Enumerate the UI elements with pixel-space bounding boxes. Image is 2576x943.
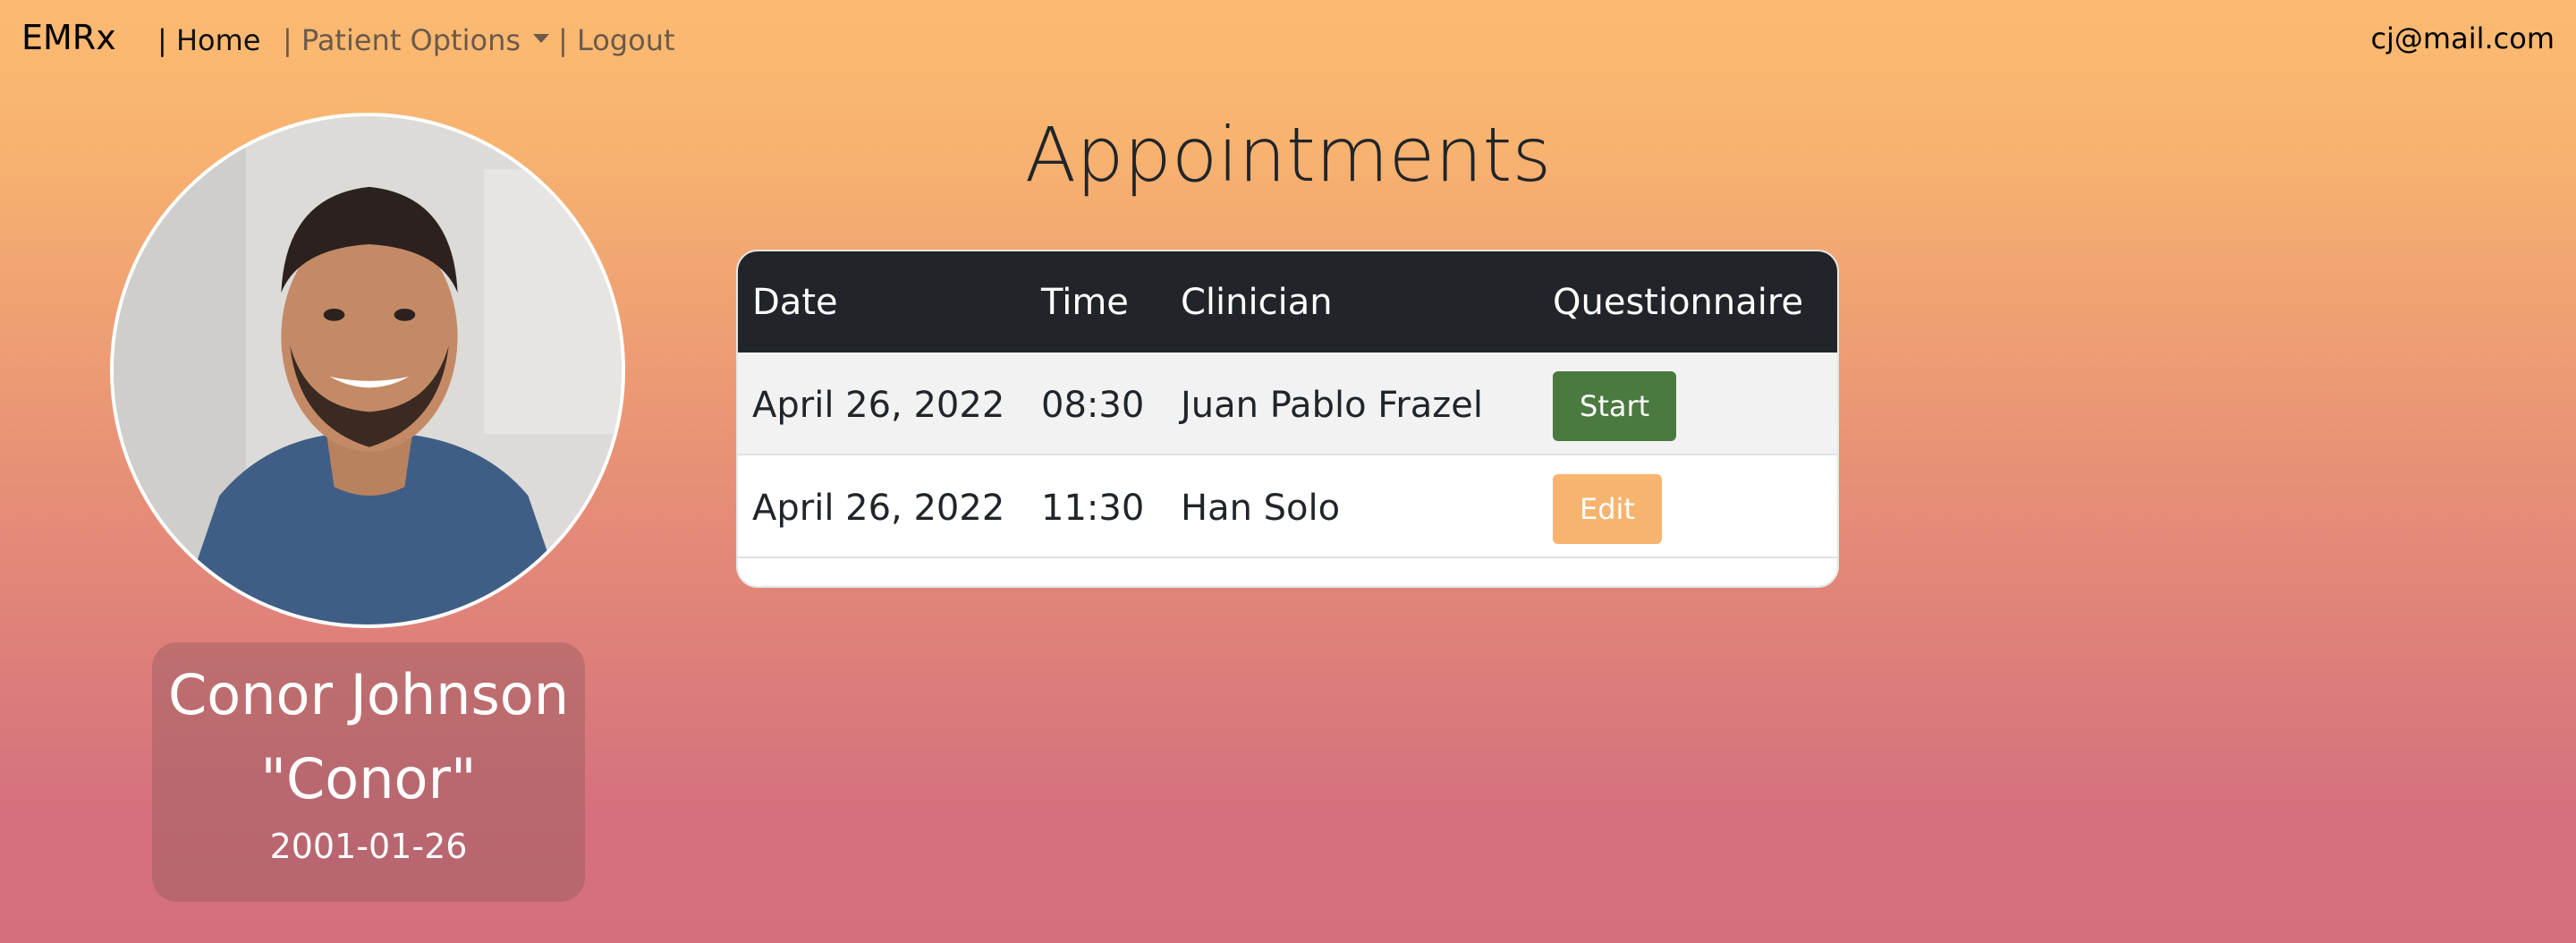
- cell-date: April 26, 2022: [752, 488, 1005, 529]
- nav-patient-options-dropdown[interactable]: | Patient Options: [283, 23, 550, 57]
- top-navbar: EMRx | Home | Patient Options | Logout c…: [0, 0, 2576, 82]
- edit-questionnaire-button[interactable]: Edit: [1553, 474, 1662, 544]
- avatar-photo: [114, 116, 622, 624]
- column-header-questionnaire: Questionnaire: [1553, 282, 1804, 323]
- patient-profile-card: Conor Johnson "Conor" 2001-01-26: [152, 642, 585, 902]
- nav-home-link[interactable]: | Home: [157, 23, 260, 57]
- table-header: Date Time Clinician Questionnaire: [738, 251, 1837, 353]
- table-row: April 26, 2022 11:30 Han Solo Edit: [738, 455, 1837, 558]
- column-header-clinician: Clinician: [1181, 282, 1333, 323]
- nav-logout-link[interactable]: | Logout: [558, 23, 675, 57]
- table-row: April 26, 2022 08:30 Juan Pablo Frazel S…: [738, 353, 1837, 455]
- cell-date: April 26, 2022: [752, 385, 1005, 426]
- cell-clinician: Han Solo: [1181, 488, 1341, 529]
- patient-name: Conor Johnson: [168, 662, 569, 727]
- patient-avatar: [110, 113, 625, 628]
- nav-patient-options-label: | Patient Options: [283, 23, 521, 57]
- chevron-down-icon: [533, 34, 550, 43]
- user-email: cj@mail.com: [2370, 21, 2555, 55]
- start-questionnaire-button[interactable]: Start: [1553, 371, 1677, 441]
- patient-dob: 2001-01-26: [269, 827, 468, 866]
- column-header-date: Date: [752, 282, 838, 323]
- cell-time: 08:30: [1041, 385, 1145, 426]
- column-header-time: Time: [1041, 282, 1129, 323]
- cell-clinician: Juan Pablo Frazel: [1181, 385, 1484, 426]
- cell-time: 11:30: [1041, 488, 1145, 529]
- brand-logo[interactable]: EMRx: [21, 18, 116, 57]
- page-title: Appointments: [1024, 111, 1552, 199]
- appointments-table: Date Time Clinician Questionnaire April …: [736, 250, 1839, 588]
- patient-nickname: "Conor": [260, 746, 477, 811]
